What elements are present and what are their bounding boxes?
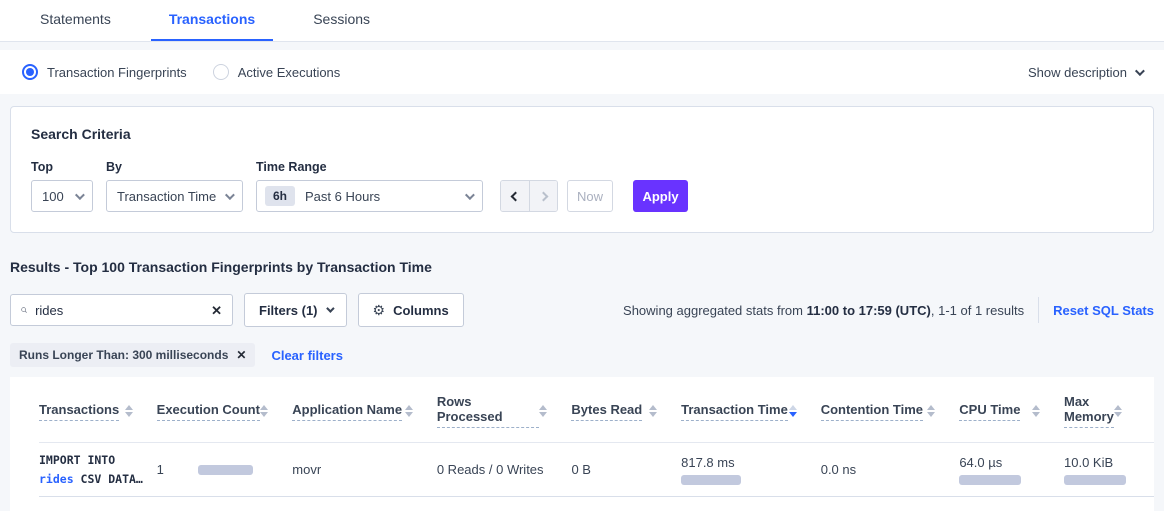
- column-header-transaction-time[interactable]: Transaction Time: [681, 402, 821, 421]
- tab-sessions[interactable]: Sessions: [295, 0, 388, 41]
- search-criteria-panel: Search Criteria Top 100 By Transaction T…: [10, 106, 1154, 233]
- column-header-application-name[interactable]: Application Name: [292, 402, 437, 421]
- execution-count-cell: 1: [157, 462, 293, 477]
- top-label: Top: [31, 160, 93, 174]
- radio-label: Active Executions: [238, 65, 341, 80]
- previous-time-window-button[interactable]: [501, 181, 529, 211]
- time-range-value: Past 6 Hours: [305, 189, 380, 204]
- sort-icon[interactable]: [927, 405, 935, 417]
- search-criteria-form: Top 100 By Transaction Time Time Range 6…: [31, 160, 1133, 212]
- sort-icon[interactable]: [1032, 405, 1040, 417]
- bytes-read-cell: 0 B: [571, 462, 681, 477]
- time-range-label: Time Range: [256, 160, 483, 174]
- filters-button[interactable]: Filters (1): [244, 293, 347, 327]
- radio-selected-icon[interactable]: [22, 64, 38, 80]
- vertical-divider: [1038, 297, 1039, 323]
- show-description-label: Show description: [1028, 65, 1127, 80]
- time-window-stepper: [500, 180, 558, 212]
- sql-activity-tabbar: Statements Transactions Sessions: [0, 0, 1164, 42]
- chevron-down-icon: [225, 190, 235, 200]
- tab-statements[interactable]: Statements: [22, 0, 129, 41]
- cpu-time-bar: [959, 475, 1021, 485]
- results-heading: Results - Top 100 Transaction Fingerprin…: [10, 259, 1154, 275]
- columns-label: Columns: [393, 303, 449, 318]
- next-time-window-button[interactable]: [529, 181, 557, 211]
- results-controls-row: ✕ Filters (1) ⚙ Columns Showing aggregat…: [10, 293, 1154, 327]
- chevron-left-icon: [510, 191, 520, 201]
- gear-icon: ⚙: [373, 302, 386, 319]
- sort-icon[interactable]: [649, 405, 657, 417]
- top-select[interactable]: 100: [31, 180, 93, 212]
- chevron-down-icon: [326, 304, 334, 312]
- filter-chip-label: Runs Longer Than: 300 milliseconds: [19, 348, 228, 362]
- contention-time-cell: 0.0 ns: [821, 462, 960, 477]
- table-row: IMPORT INTO rides CSV DATA… 1 movr 0 Rea…: [39, 442, 1154, 497]
- cpu-time-cell: 64.0 µs: [959, 455, 1064, 485]
- transaction-fingerprint-link[interactable]: IMPORT INTO rides CSV DATA…: [39, 451, 157, 488]
- search-icon: [21, 303, 27, 317]
- search-criteria-title: Search Criteria: [31, 126, 1133, 142]
- table-header-row: Transactions Execution Count Application…: [39, 394, 1154, 428]
- search-box[interactable]: ✕: [10, 294, 233, 326]
- clear-filters-link[interactable]: Clear filters: [271, 348, 343, 363]
- transaction-time-cell: 817.8 ms: [681, 455, 821, 485]
- column-header-bytes-read[interactable]: Bytes Read: [571, 402, 681, 421]
- column-header-cpu-time[interactable]: CPU Time: [959, 402, 1064, 421]
- chevron-down-icon: [465, 190, 475, 200]
- rows-processed-cell: 0 Reads / 0 Writes: [437, 462, 572, 477]
- radio-transaction-fingerprints[interactable]: Transaction Fingerprints: [22, 64, 187, 80]
- sort-icon[interactable]: [260, 405, 268, 417]
- time-range-badge: 6h: [265, 186, 295, 206]
- column-header-rows-processed[interactable]: Rows Processed: [437, 394, 572, 428]
- radio-label: Transaction Fingerprints: [47, 65, 187, 80]
- top-select-value: 100: [42, 189, 64, 204]
- column-header-max-memory[interactable]: Max Memory: [1064, 394, 1154, 428]
- column-header-contention-time[interactable]: Contention Time: [821, 402, 960, 421]
- table-name-link[interactable]: rides: [39, 472, 74, 486]
- transaction-time-bar: [681, 475, 741, 485]
- stats-area: Showing aggregated stats from 11:00 to 1…: [623, 297, 1154, 323]
- time-range-select[interactable]: 6h Past 6 Hours: [256, 180, 483, 212]
- aggregated-stats-text: Showing aggregated stats from 11:00 to 1…: [623, 303, 1024, 318]
- apply-button[interactable]: Apply: [633, 180, 688, 212]
- column-header-execution-count[interactable]: Execution Count: [157, 402, 293, 421]
- radio-unselected-icon[interactable]: [213, 64, 229, 80]
- by-select[interactable]: Transaction Time: [106, 180, 243, 212]
- view-mode-band: Transaction Fingerprints Active Executio…: [0, 50, 1164, 94]
- stats-suffix: , 1-1 of 1 results: [931, 303, 1024, 318]
- search-input[interactable]: [35, 303, 211, 318]
- chevron-down-icon: [75, 190, 85, 200]
- max-memory-cell: 10.0 KiB: [1064, 455, 1154, 485]
- chevron-right-icon: [539, 191, 549, 201]
- transactions-table-panel: Transactions Execution Count Application…: [10, 377, 1154, 511]
- remove-filter-icon[interactable]: ✕: [236, 348, 246, 362]
- sort-icon[interactable]: [1114, 405, 1122, 417]
- columns-button[interactable]: ⚙ Columns: [358, 293, 464, 327]
- filter-chip: Runs Longer Than: 300 milliseconds ✕: [10, 343, 255, 367]
- reset-sql-stats-link[interactable]: Reset SQL Stats: [1053, 303, 1154, 318]
- stats-prefix: Showing aggregated stats from: [623, 303, 807, 318]
- chevron-down-icon: [1135, 66, 1145, 76]
- sort-icon[interactable]: [539, 405, 547, 417]
- sort-icon[interactable]: [125, 405, 133, 417]
- execution-count-bar: [198, 465, 253, 475]
- stats-time-range: 11:00 to 17:59 (UTC): [807, 303, 931, 318]
- show-description-toggle[interactable]: Show description: [1028, 65, 1142, 80]
- tab-transactions[interactable]: Transactions: [151, 0, 273, 41]
- clear-search-icon[interactable]: ✕: [211, 304, 222, 317]
- by-select-value: Transaction Time: [117, 189, 216, 204]
- time-range-field: Time Range 6h Past 6 Hours: [256, 160, 483, 212]
- sort-icon[interactable]: [405, 405, 413, 417]
- top-field: Top 100: [31, 160, 93, 212]
- sort-icon-active-desc[interactable]: [789, 405, 797, 417]
- max-memory-bar: [1064, 475, 1126, 485]
- active-filters-row: Runs Longer Than: 300 milliseconds ✕ Cle…: [10, 343, 1154, 367]
- application-name-cell: movr: [292, 462, 437, 477]
- column-header-transactions[interactable]: Transactions: [39, 402, 157, 421]
- by-field: By Transaction Time: [106, 160, 243, 212]
- filters-label: Filters (1): [259, 303, 318, 318]
- radio-active-executions[interactable]: Active Executions: [213, 64, 341, 80]
- now-button[interactable]: Now: [567, 180, 613, 212]
- by-label: By: [106, 160, 243, 174]
